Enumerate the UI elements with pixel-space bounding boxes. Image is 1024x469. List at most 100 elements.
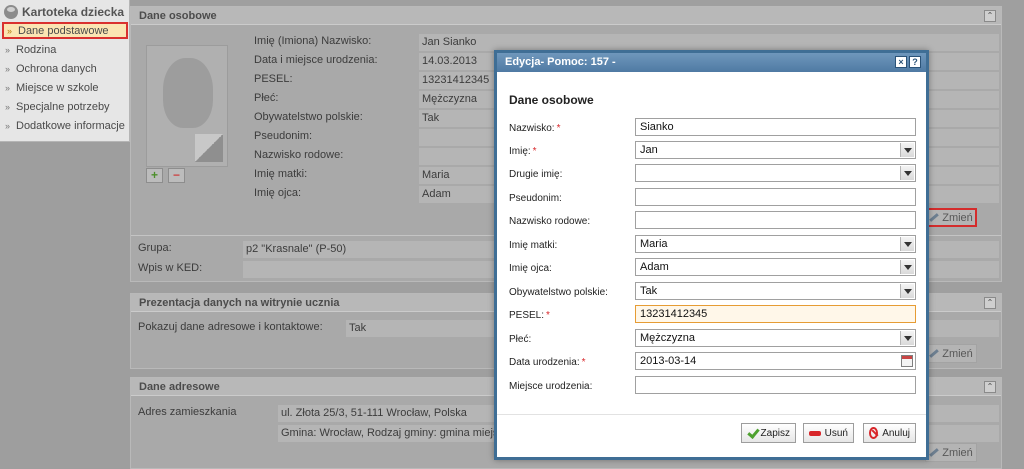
panel-title: Dane osobowe [139, 10, 217, 22]
cancel-button[interactable]: Anuluj [863, 423, 916, 443]
chevron-right-icon: ›› [5, 82, 10, 93]
label-text: PESEL: [509, 310, 545, 321]
section-title: Dane osobowe [509, 93, 594, 107]
imie-label: Imię: * [509, 146, 537, 157]
sidebar-item-label: Miejsce w szkole [16, 81, 99, 94]
sidebar-item-specjalne-potrzeby[interactable]: ›› Specjalne potrzeby [2, 98, 128, 115]
sidebar-title: Kartoteka dziecka [4, 4, 124, 20]
required-mark: * [532, 146, 537, 157]
child-record-icon [4, 5, 18, 19]
chevron-right-icon: ›› [5, 101, 10, 112]
sidebar-item-label: Dane podstawowe [18, 24, 109, 37]
required-mark: * [546, 310, 550, 321]
cancel-icon [869, 427, 879, 439]
page-curl-icon [195, 134, 223, 162]
data-urodzenia-label: Data urodzenia: * [509, 357, 586, 368]
sidebar-item-dane-podstawowe[interactable]: ›› Dane podstawowe [2, 22, 128, 39]
field-label: Płeć: [254, 92, 279, 104]
delete-button[interactable]: Usuń [803, 423, 854, 443]
close-icon[interactable]: × [895, 56, 907, 68]
divider [497, 414, 926, 415]
help-icon[interactable]: ? [909, 56, 921, 68]
field-label: Adres zamieszkania [138, 406, 237, 418]
drugie-imie-select[interactable] [635, 164, 916, 182]
pesel-label: PESEL: * [509, 310, 550, 321]
collapse-icon[interactable]: ⌃ [984, 381, 996, 393]
imie-select[interactable]: Jan [635, 141, 916, 159]
nazwisko-field[interactable]: Sianko [635, 118, 916, 136]
chevron-down-icon[interactable] [900, 166, 914, 180]
nazwisko-rodowe-label: Nazwisko rodowe: [509, 216, 591, 227]
plec-select[interactable]: Mężczyzna [635, 329, 916, 347]
change-label: Zmień [942, 446, 973, 459]
chevron-down-icon[interactable] [900, 237, 914, 251]
date-value: 2013-03-14 [640, 355, 697, 367]
obywatelstwo-select[interactable]: Tak [635, 282, 916, 300]
plec-label: Płeć: [509, 334, 532, 345]
chevron-right-icon: ›› [5, 63, 10, 74]
chevron-down-icon[interactable] [900, 143, 914, 157]
pencil-icon [929, 349, 940, 358]
field-label: Pokazuj dane adresowe i kontaktowe: [138, 321, 323, 333]
change-personal-data-button[interactable]: Zmień [925, 208, 977, 227]
imie-matki-select[interactable]: Maria [635, 235, 916, 253]
label-text: Nazwisko: [509, 123, 555, 134]
collapse-icon[interactable]: ⌃ [984, 297, 996, 309]
change-presentation-button[interactable]: Zmień [925, 344, 977, 363]
pesel-field[interactable]: 13231412345 [635, 305, 916, 323]
pseudonim-label: Pseudonim: [509, 193, 562, 204]
chevron-right-icon: ›› [5, 44, 10, 55]
ked-label: Wpis w KED: [138, 262, 203, 274]
chevron-down-icon[interactable] [900, 284, 914, 298]
add-photo-button[interactable]: + [146, 168, 163, 183]
select-value: Tak [640, 285, 658, 297]
select-value: Jan [640, 144, 658, 156]
group-label: Grupa: [138, 242, 172, 254]
required-mark: * [556, 123, 561, 134]
save-button[interactable]: Zapisz [741, 423, 796, 443]
sidebar-item-miejsce-w-szkole[interactable]: ›› Miejsce w szkole [2, 79, 128, 96]
dialog-titlebar[interactable]: Edycja- Pomoc: 157 - × ? [497, 53, 926, 72]
sidebar-item-label: Rodzina [16, 43, 57, 56]
imie-ojca-select[interactable]: Adam [635, 258, 916, 276]
field-label: Imię matki: [254, 168, 308, 180]
chevron-down-icon[interactable] [900, 260, 914, 274]
miejsce-urodzenia-field[interactable] [635, 376, 916, 394]
sidebar-box: Kartoteka dziecka ›› Dane podstawowe ›› … [0, 0, 130, 142]
sidebar: Kartoteka dziecka ›› Dane podstawowe ›› … [0, 0, 130, 469]
child-photo [146, 45, 228, 167]
pseudonim-field[interactable] [635, 188, 916, 206]
sidebar-item-ochrona-danych[interactable]: ›› Ochrona danych [2, 60, 128, 77]
panel-title: Dane adresowe [139, 381, 220, 393]
select-value: Adam [640, 261, 669, 273]
imie-ojca-label: Imię ojca: [509, 263, 552, 274]
chevron-down-icon[interactable] [900, 331, 914, 345]
nazwisko-label: Nazwisko: * [509, 123, 560, 134]
sidebar-item-rodzina[interactable]: ›› Rodzina [2, 41, 128, 58]
field-label: Pseudonim: [254, 130, 313, 142]
avatar-placeholder [163, 58, 213, 128]
select-value: Maria [640, 238, 668, 250]
pencil-icon [929, 448, 940, 457]
field-label: Nazwisko rodowe: [254, 149, 344, 161]
change-label: Zmień [942, 347, 973, 360]
nazwisko-rodowe-field[interactable] [635, 211, 916, 229]
remove-photo-button[interactable]: − [168, 168, 185, 183]
change-address-button[interactable]: Zmień [925, 443, 977, 462]
sidebar-title-text: Kartoteka dziecka [22, 5, 125, 19]
dialog-title: Edycja- Pomoc: 157 - [505, 56, 616, 68]
minus-icon [809, 430, 821, 436]
field-label: Imię ojca: [254, 187, 302, 199]
field-label: Data i miejsce urodzenia: [254, 54, 378, 66]
label-text: Data urodzenia: [509, 357, 580, 368]
sidebar-item-dodatkowe-informacje[interactable]: ›› Dodatkowe informacje [2, 117, 128, 134]
collapse-icon[interactable]: ⌃ [984, 10, 996, 22]
calendar-icon[interactable] [901, 355, 913, 367]
panel-header: Dane osobowe ⌃ [131, 7, 1001, 25]
sidebar-item-label: Specjalne potrzeby [16, 100, 110, 113]
required-mark: * [581, 357, 586, 368]
delete-label: Usuń [824, 427, 848, 439]
data-urodzenia-field[interactable]: 2013-03-14 [635, 352, 916, 370]
field-label: Obywatelstwo polskie: [254, 111, 363, 123]
check-icon [747, 427, 757, 439]
